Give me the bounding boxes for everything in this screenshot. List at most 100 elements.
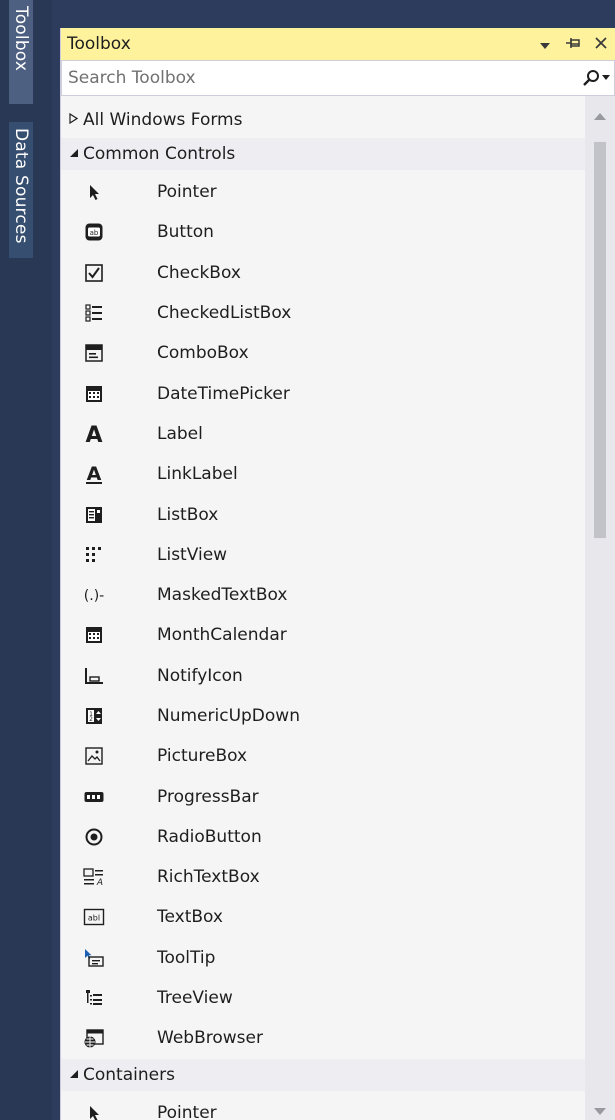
toolbox-item-numericupdown[interactable]: 1 2 NumericUpDown [61,696,586,736]
toolbox-item-label: DateTimePicker [157,383,290,404]
toolbox-item-treeview[interactable]: TreeView [61,978,586,1018]
toolbox-item-label: CheckBox [157,262,241,283]
scroll-down-icon[interactable] [592,1104,608,1120]
vertical-scrollbar[interactable] [585,96,615,1120]
close-button[interactable] [591,35,611,54]
toolbox-item-label[interactable]: A Label [61,414,586,454]
treeview-icon [81,985,107,1011]
svg-text:2: 2 [89,716,93,723]
toolbox-item-label: CheckedListBox [157,303,292,324]
group-common-controls[interactable]: Common Controls [61,138,586,170]
toolbox-item-picturebox[interactable]: PictureBox [61,736,586,776]
window-title: Toolbox [67,34,131,54]
toolbox-item-pointer[interactable]: Pointer [61,172,586,212]
tooltip-icon [81,945,107,971]
toolbox-item-label: NotifyIcon [157,665,243,686]
radiobutton-icon [81,824,107,850]
containers-items: Pointer [61,1093,586,1120]
chevron-down-icon [540,42,550,49]
search-button[interactable] [582,69,610,87]
label-icon: A [81,421,107,447]
datetimepicker-icon [81,381,107,407]
monthcalendar-icon [81,622,107,648]
toolbox-list: All Windows Forms Common Controls Pointe… [61,96,615,1120]
side-dock: Toolbox Data Sources [0,0,52,1120]
toolbox-item-listview[interactable]: ListView [61,535,586,575]
toolbox-item-label: Button [157,222,214,243]
notifyicon-icon [81,663,107,689]
toolbox-item-listbox[interactable]: ListBox [61,494,586,534]
toolbox-item-richtextbox[interactable]: A RichTextBox [61,857,586,897]
dock-tab-data-sources[interactable]: Data Sources [9,122,33,258]
listview-icon [81,542,107,568]
toolbox-item-checkedlistbox[interactable]: CheckedListBox [61,293,586,333]
search-box [61,60,615,96]
svg-text:abl: abl [88,914,100,923]
toolbox-item-label: LinkLabel [157,464,238,485]
progressbar-icon [81,784,107,810]
search-icon [583,70,599,86]
textbox-icon: abl [81,904,107,930]
checkbox-icon [81,260,107,286]
maskedtextbox-icon: (.)- [81,582,107,608]
webbrowser-icon [81,1025,107,1051]
toolbox-window: Toolbox Search Toolbox All Windows Forms… [60,28,615,1120]
toolbox-item-label: TextBox [157,907,223,928]
toolbox-item-label: TreeView [157,988,233,1009]
group-label: Common Controls [83,144,236,164]
toolbox-item-label: MaskedTextBox [157,585,288,606]
svg-text:A: A [96,878,103,887]
expand-arrow-icon [69,112,83,127]
toolbox-item-label: NumericUpDown [157,706,300,726]
toolbox-item-label: Label [157,423,203,444]
toolbox-item-combobox[interactable]: ComboBox [61,333,586,373]
toolbox-item-radiobutton[interactable]: RadioButton [61,817,586,857]
toolbox-item-linklabel[interactable]: A LinkLabel [61,454,586,494]
toolbox-item-webbrowser[interactable]: WebBrowser [61,1018,586,1058]
title-buttons [535,35,611,54]
toolbox-item-maskedtextbox[interactable]: (.)- MaskedTextBox [61,575,586,615]
toolbox-item-progressbar[interactable]: ProgressBar [61,776,586,816]
toolbox-item-textbox[interactable]: abl TextBox [61,897,586,937]
numericupdown-icon: 12 [81,703,107,729]
toolbox-item-label: ToolTip [157,947,216,968]
window-position-dropdown[interactable] [535,35,555,54]
toolbox-item-button[interactable]: ab Button [61,212,586,252]
close-icon [595,36,607,49]
pointer-icon [81,179,107,205]
dock-tab-toolbox[interactable]: Toolbox [9,0,33,104]
toolbox-item-label: MonthCalendar [157,625,287,646]
group-label: Containers [83,1064,175,1085]
toolbox-item-checkbox[interactable]: CheckBox [61,253,586,293]
chevron-down-icon [602,75,610,80]
checkedlistbox-icon [81,300,107,326]
toolbox-item-tooltip[interactable]: ToolTip [61,938,586,978]
dock-tab-label: Toolbox [11,6,31,72]
picturebox-icon [81,743,107,769]
group-containers[interactable]: Containers [61,1058,586,1091]
toolbox-item-label: ListView [157,544,228,565]
svg-text:A: A [85,423,102,445]
scrollbar-thumb[interactable] [594,142,606,538]
pointer-icon [81,1100,107,1120]
auto-hide-pin-button[interactable] [563,35,583,54]
toolbox-item-datetimepicker[interactable]: DateTimePicker [61,373,586,413]
toolbox-item-label: RadioButton [157,826,262,847]
search-input[interactable] [68,68,538,88]
toolbox-item-label: ListBox [157,504,219,525]
svg-text:(.)-: (.)- [84,588,104,604]
toolbox-item-notifyicon[interactable]: NotifyIcon [61,656,586,696]
toolbox-item-pointer[interactable]: Pointer [61,1093,586,1120]
toolbox-item-label: RichTextBox [157,867,260,888]
combobox-icon [81,340,107,366]
linklabel-icon: A [81,461,107,487]
toolbox-item-monthcalendar[interactable]: MonthCalendar [61,615,586,655]
collapse-arrow-icon [69,147,83,161]
collapse-arrow-icon [69,1068,83,1082]
svg-text:ab: ab [90,229,99,237]
richtextbox-icon: A [81,864,107,890]
scroll-up-icon[interactable] [592,108,608,124]
dock-tab-label: Data Sources [11,128,31,244]
group-all-windows-forms[interactable]: All Windows Forms [61,104,586,136]
toolbox-item-label: PictureBox [157,746,248,767]
